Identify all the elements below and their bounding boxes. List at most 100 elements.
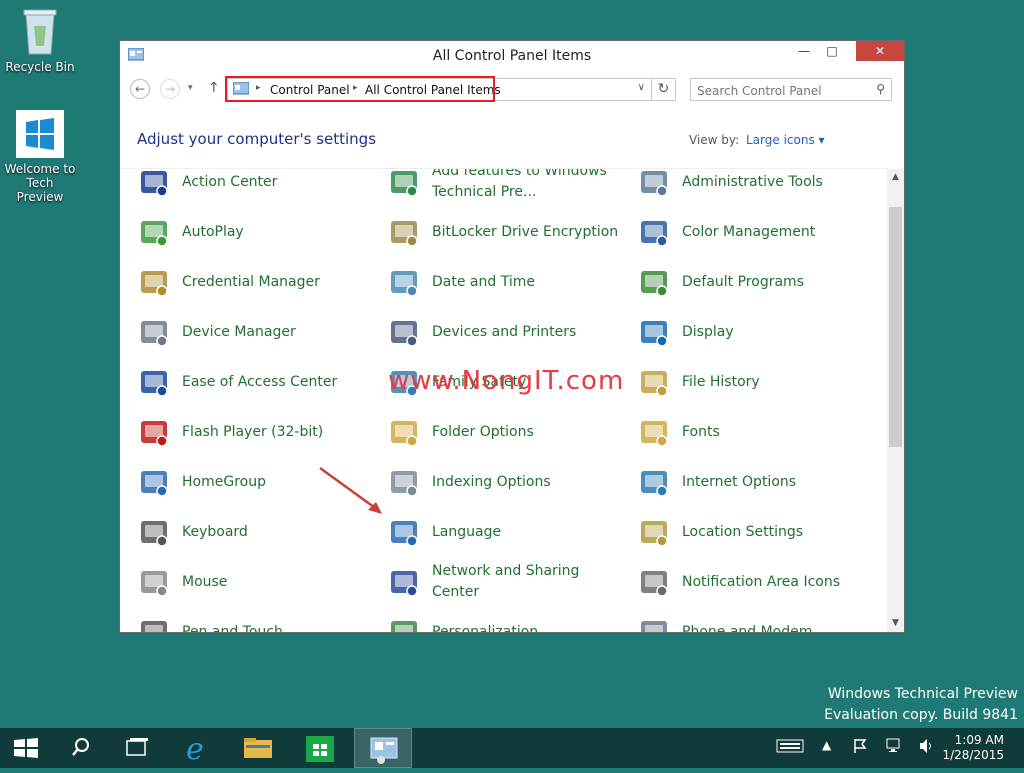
control-panel-item[interactable]: Administrative Tools	[638, 169, 883, 201]
control-panel-item-label: Internet Options	[682, 474, 797, 490]
control-panel-item-label: Mouse	[182, 574, 228, 590]
task-view-icon	[126, 738, 148, 756]
control-panel-item[interactable]: Credential Manager	[138, 261, 383, 301]
ease-of-access-icon	[141, 371, 168, 397]
control-panel-item[interactable]: Notification Area Icons	[638, 561, 883, 601]
start-button[interactable]	[0, 728, 52, 768]
control-panel-item-label: Device Manager	[182, 324, 296, 340]
windows-start-icon	[14, 738, 38, 758]
volume-icon[interactable]	[918, 738, 936, 757]
file-explorer-button[interactable]	[232, 728, 284, 768]
control-panel-item-label: Location Settings	[682, 524, 804, 540]
recent-locations-icon[interactable]: ▾	[188, 83, 193, 93]
control-panel-item[interactable]: Date and Time	[388, 261, 633, 301]
control-panel-item[interactable]: Location Settings	[638, 511, 883, 551]
control-panel-item[interactable]: Flash Player (32-bit)	[138, 411, 383, 451]
refresh-button[interactable]: ↻	[652, 78, 676, 101]
control-panel-item[interactable]: Devices and Printers	[388, 311, 633, 351]
control-panel-item[interactable]: Color Management	[638, 211, 883, 251]
notification-icon	[641, 571, 668, 597]
mouse-icon	[141, 571, 168, 597]
forward-button[interactable]: →	[160, 79, 180, 99]
control-panel-icon	[370, 737, 398, 764]
flag-icon	[141, 171, 168, 197]
default-programs-icon	[641, 271, 668, 297]
control-panel-item-label: Devices and Printers	[432, 324, 577, 340]
control-panel-item-label: Color Management	[682, 224, 816, 240]
vertical-scrollbar[interactable]: ▲ ▼	[887, 169, 904, 632]
control-panel-item-label: Display	[682, 324, 734, 340]
recycle-bin[interactable]: Recycle Bin	[0, 6, 80, 74]
control-panel-item[interactable]: Pen and Touch	[138, 611, 383, 632]
scroll-down-icon[interactable]: ▼	[887, 615, 904, 632]
control-panel-item[interactable]: Folder Options	[388, 411, 633, 451]
store-button[interactable]	[294, 728, 346, 768]
control-panel-item-label: Personalization	[432, 624, 539, 632]
control-panel-taskbar-button[interactable]	[354, 728, 412, 768]
control-panel-item[interactable]: Indexing Options	[388, 461, 633, 501]
up-button[interactable]: ↑	[208, 80, 220, 96]
red-arrow-annotation	[319, 466, 382, 514]
control-panel-item[interactable]: AutoPlay	[138, 211, 383, 251]
search-icon[interactable]: ⚲	[876, 82, 885, 96]
control-panel-item[interactable]: Default Programs	[638, 261, 883, 301]
scroll-thumb[interactable]	[889, 207, 902, 447]
window-title: All Control Panel Items	[432, 48, 592, 64]
control-panel-item-label: Date and Time	[432, 274, 535, 290]
control-panel-item[interactable]: Mouse	[138, 561, 383, 601]
scroll-up-icon[interactable]: ▲	[887, 169, 904, 186]
view-by-dropdown[interactable]: Large icons ▾	[746, 133, 825, 147]
pen-icon	[141, 621, 167, 632]
control-panel-item[interactable]: Language	[388, 511, 633, 551]
internet-explorer-button[interactable]: e	[170, 728, 222, 768]
task-view-button[interactable]	[110, 728, 162, 768]
control-panel-item[interactable]: Action Center	[138, 169, 383, 201]
control-panel-item[interactable]: BitLocker Drive Encryption	[388, 211, 633, 251]
autoplay-icon	[141, 221, 168, 247]
control-panel-item[interactable]: Network and Sharing Center	[388, 561, 633, 601]
keyboard-tray-icon[interactable]	[776, 738, 804, 757]
control-panel-item-label: Administrative Tools	[682, 174, 823, 190]
color-management-icon	[641, 221, 668, 247]
back-button[interactable]: ←	[130, 79, 150, 99]
control-panel-item[interactable]: File History	[638, 361, 883, 401]
control-panel-item[interactable]: Add features to Windows Technical Pre...	[388, 169, 633, 201]
address-highlight-box	[225, 76, 495, 102]
search-box[interactable]: ⚲	[690, 78, 892, 101]
address-dropdown-icon[interactable]: ∨	[638, 82, 645, 93]
file-history-icon	[641, 371, 668, 397]
control-panel-item-label: Network and Sharing Center	[432, 563, 580, 600]
control-panel-item-label: AutoPlay	[182, 224, 244, 240]
title-bar[interactable]: All Control Panel Items — □ ✕	[120, 41, 904, 71]
minimize-button[interactable]: —	[790, 41, 818, 61]
control-panel-item-label: File History	[682, 374, 760, 390]
control-panel-item-label: Language	[432, 524, 502, 540]
action-center-flag-icon[interactable]	[852, 738, 868, 757]
control-panel-item-label: Fonts	[682, 424, 720, 440]
control-panel-item-label: Keyboard	[182, 524, 248, 540]
homegroup-icon	[141, 471, 168, 497]
control-panel-item-label: HomeGroup	[182, 474, 266, 490]
search-input[interactable]	[695, 81, 869, 100]
control-panel-item[interactable]: Ease of Access Center	[138, 361, 383, 401]
control-panel-item[interactable]: Personalization	[388, 611, 633, 632]
printer-icon	[391, 321, 418, 347]
control-panel-item-label: Add features to Windows Technical Pre...	[432, 169, 607, 200]
maximize-button[interactable]: □	[818, 41, 846, 61]
recycle-bin-label: Recycle Bin	[5, 60, 75, 74]
windows-logo-icon	[16, 110, 64, 158]
close-button[interactable]: ✕	[856, 41, 904, 61]
search-taskbar-button[interactable]	[54, 728, 106, 768]
control-panel-item-label: Pen and Touch	[182, 624, 283, 632]
control-panel-item[interactable]: Fonts	[638, 411, 883, 451]
welcome-shortcut[interactable]: Welcome to Tech Preview	[0, 110, 80, 204]
control-panel-item-label: Default Programs	[682, 274, 804, 290]
network-icon[interactable]	[886, 738, 904, 757]
system-clock[interactable]: 1:09 AM 1/28/2015	[942, 733, 1004, 763]
show-hidden-icons[interactable]: ▲	[822, 738, 831, 752]
control-panel-item[interactable]: Phone and Modem	[638, 611, 883, 632]
control-panel-item[interactable]: Internet Options	[638, 461, 883, 501]
control-panel-item[interactable]: Display	[638, 311, 883, 351]
control-panel-item[interactable]: Device Manager	[138, 311, 383, 351]
view-by-label: View by:	[689, 133, 740, 147]
